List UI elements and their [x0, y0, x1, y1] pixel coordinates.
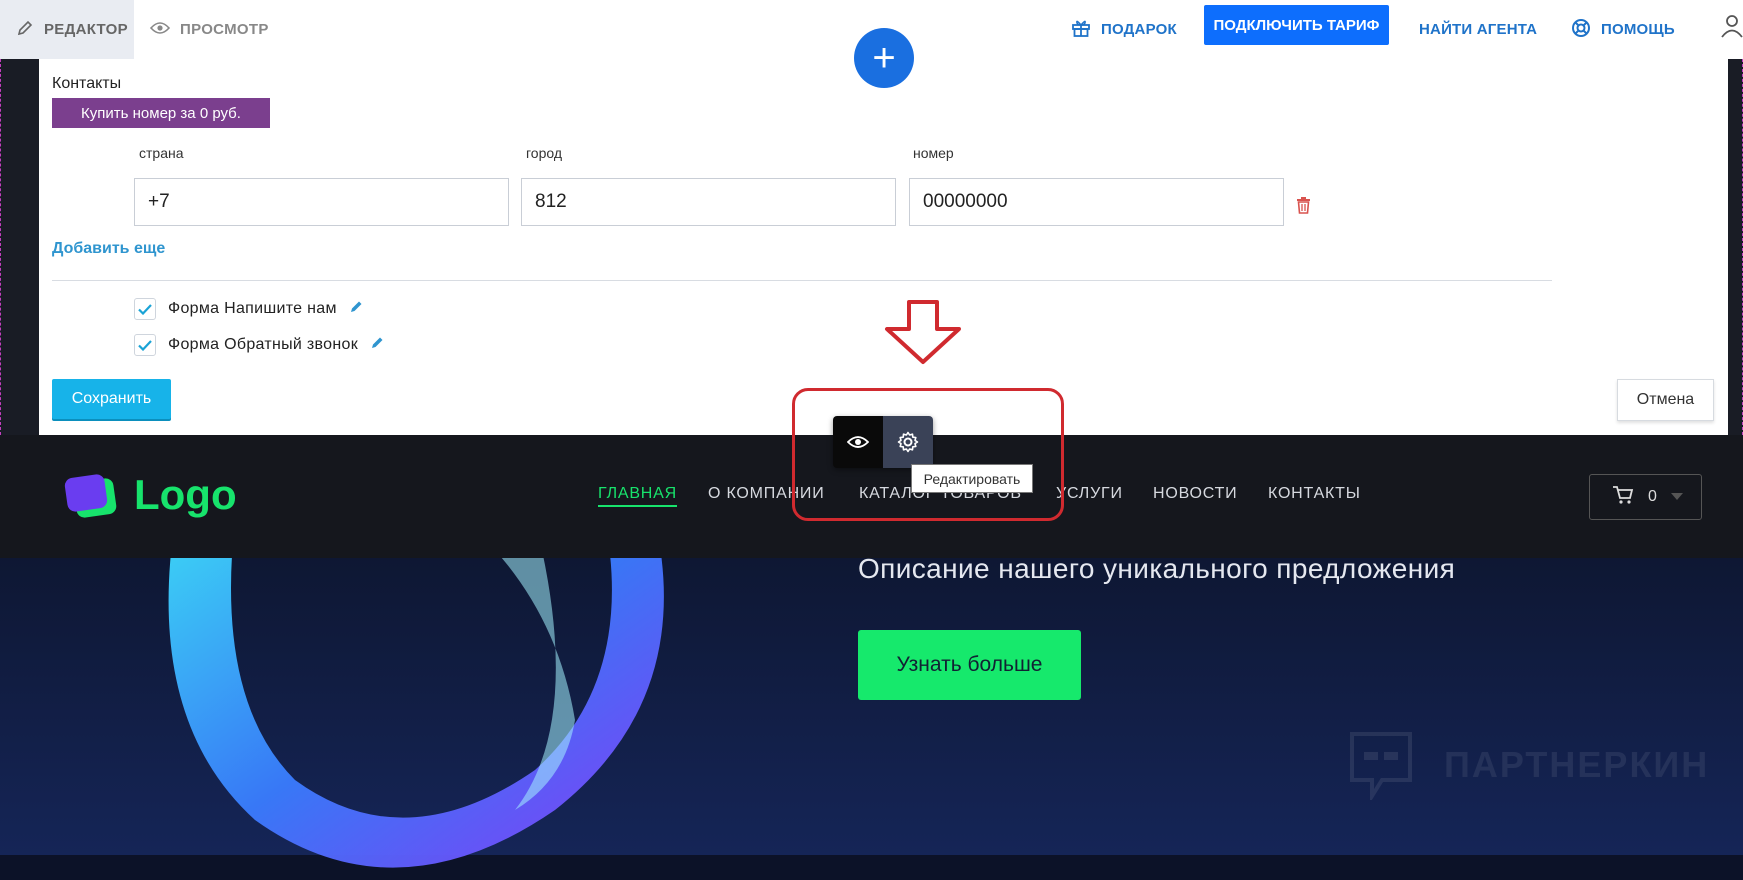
nav-item-contacts[interactable]: КОНТАКТЫ — [1268, 485, 1361, 503]
arrow-down-icon — [883, 299, 963, 370]
country-label: страна — [139, 145, 184, 161]
annotation-highlight-box — [792, 388, 1064, 521]
form-write-us-label: Форма Напишите нам — [168, 300, 337, 317]
user-icon[interactable] — [1720, 14, 1743, 43]
plus-icon: + — [872, 35, 896, 80]
form-callback-checkbox[interactable] — [134, 334, 156, 356]
country-code-input[interactable]: +7 — [134, 178, 509, 226]
divider — [52, 280, 1552, 281]
cart-icon — [1612, 485, 1634, 510]
cancel-button[interactable]: Отмена — [1617, 379, 1714, 421]
edit-pencil-icon[interactable] — [349, 299, 364, 319]
tab-editor-label: РЕДАКТОР — [44, 21, 128, 38]
tab-preview[interactable]: ПРОСМОТР — [134, 0, 284, 59]
editor-block-edge-left — [0, 59, 39, 435]
phone-number-input[interactable]: 00000000 — [909, 178, 1284, 226]
form-write-us-row: Форма Напишите нам — [134, 298, 364, 320]
check-icon — [138, 339, 152, 351]
city-label: город — [526, 145, 563, 161]
tab-editor[interactable]: РЕДАКТОР — [0, 0, 134, 59]
nav-item-news[interactable]: НОВОСТИ — [1153, 485, 1237, 503]
check-icon — [138, 303, 152, 315]
nav-item-home[interactable]: ГЛАВНАЯ — [598, 485, 677, 507]
watermark-text: ПАРТНЕРКИН — [1444, 744, 1710, 785]
section-title: Контакты — [52, 75, 122, 92]
form-callback-label: Форма Обратный звонок — [168, 336, 358, 353]
nav-item-services[interactable]: УСЛУГИ — [1056, 485, 1123, 503]
contacts-settings-panel — [39, 59, 1728, 435]
caret-down-icon — [1670, 488, 1683, 506]
watermark-icon — [1350, 732, 1412, 803]
buy-number-button[interactable]: Купить номер за 0 руб. — [52, 98, 270, 128]
gift-label: ПОДАРОК — [1101, 21, 1177, 38]
logo-icon — [63, 472, 119, 527]
add-more-link[interactable]: Добавить еще — [52, 240, 165, 258]
city-code-input[interactable]: 812 — [521, 178, 896, 226]
edit-pencil-icon[interactable] — [370, 335, 385, 355]
tab-preview-label: ПРОСМОТР — [180, 21, 269, 38]
logo-text[interactable]: Logo — [134, 471, 237, 519]
help-label: ПОМОЩЬ — [1601, 21, 1675, 38]
trash-icon[interactable] — [1296, 197, 1311, 219]
gift-link[interactable]: ПОДАРОК — [1071, 0, 1177, 59]
cart-count: 0 — [1648, 488, 1657, 505]
editor-block-edge-right — [1728, 59, 1743, 435]
connect-tariff-button[interactable]: ПОДКЛЮЧИТЬ ТАРИФ — [1204, 5, 1389, 45]
find-agent-link[interactable]: НАЙТИ АГЕНТА — [1419, 0, 1537, 59]
hero-learn-more-button[interactable]: Узнать больше — [858, 630, 1081, 700]
gift-icon — [1071, 18, 1091, 42]
cart-button[interactable]: 0 — [1589, 474, 1702, 520]
add-block-button[interactable]: + — [854, 28, 914, 88]
eye-icon — [149, 21, 171, 39]
save-button[interactable]: Сохранить — [52, 379, 171, 419]
pencil-icon — [16, 19, 34, 41]
help-link[interactable]: ПОМОЩЬ — [1571, 0, 1675, 59]
form-callback-row: Форма Обратный звонок — [134, 334, 385, 356]
number-label: номер — [913, 145, 954, 161]
form-write-us-checkbox[interactable] — [134, 298, 156, 320]
lifebuoy-icon — [1571, 18, 1591, 42]
watermark: ПАРТНЕРКИН — [1348, 730, 1710, 803]
